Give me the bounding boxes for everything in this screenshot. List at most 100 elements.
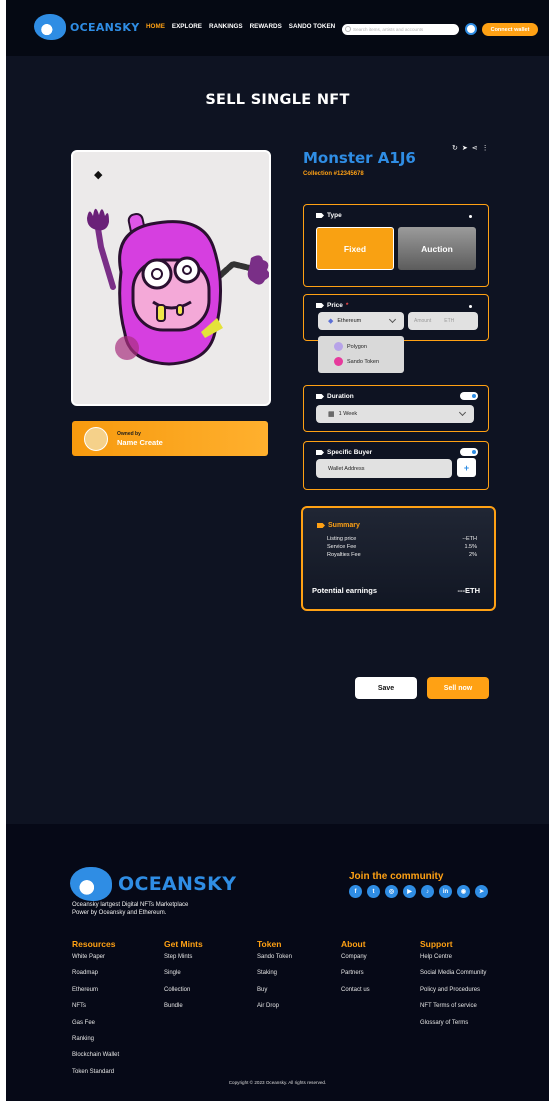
- telegram-icon[interactable]: ➤: [475, 885, 488, 898]
- footer-link[interactable]: Policy and Procedures: [420, 986, 486, 1002]
- search-input[interactable]: Search items, artists and accounts: [342, 24, 459, 35]
- footer-link[interactable]: Social Media Community: [420, 969, 486, 985]
- tiktok-icon[interactable]: ♪: [421, 885, 434, 898]
- refresh-icon[interactable]: ↻: [452, 144, 458, 152]
- footer-link[interactable]: Single: [164, 969, 203, 985]
- twitter-icon[interactable]: t: [367, 885, 380, 898]
- nav-rankings[interactable]: RANKINGS: [209, 23, 243, 30]
- nav-explore[interactable]: EXPLORE: [172, 23, 202, 30]
- search-icon: [345, 26, 351, 32]
- footer-logo[interactable]: OCEANSKY: [70, 867, 236, 901]
- fixed-button[interactable]: Fixed: [316, 227, 394, 270]
- footer-col-resources: Resources White Paper Roadmap Ethereum N…: [72, 939, 119, 1084]
- nav-home[interactable]: HOME: [146, 23, 165, 30]
- tag-icon: [316, 303, 324, 308]
- whale-logo-icon: [70, 867, 112, 901]
- footer-link[interactable]: Company: [341, 953, 370, 969]
- auction-button[interactable]: Auction: [398, 227, 476, 270]
- send-icon[interactable]: ➤: [462, 144, 468, 152]
- chevron-down-icon: [388, 315, 397, 324]
- footer-link[interactable]: Roadmap: [72, 969, 119, 985]
- owner-name[interactable]: Name Create: [117, 438, 163, 447]
- calendar-icon: ▦: [328, 411, 335, 418]
- footer-link[interactable]: Contact us: [341, 986, 370, 1002]
- footer-link[interactable]: Blockchain Wallet: [72, 1051, 119, 1067]
- discord-icon[interactable]: ◉: [457, 885, 470, 898]
- ethereum-icon: ◆: [94, 169, 103, 181]
- footer-link[interactable]: Collection: [164, 986, 203, 1002]
- duration-label: Duration: [316, 393, 354, 400]
- copyright: Copyright © 2023 Oceansky. All rights re…: [228, 1080, 327, 1085]
- owner-banner[interactable]: Owned by Name Create: [72, 421, 268, 456]
- type-section: Type Fixed Auction: [303, 204, 489, 287]
- footer-link[interactable]: Help Centre: [420, 953, 486, 969]
- share-icon[interactable]: ⋖: [472, 144, 478, 152]
- sell-now-button[interactable]: Sell now: [427, 677, 489, 699]
- potential-earnings: Potential earnings ---ETH: [312, 586, 480, 595]
- linkedin-icon[interactable]: in: [439, 885, 452, 898]
- page: OCEANSKY HOME EXPLORE RANKINGS REWARDS S…: [6, 0, 549, 1101]
- summary-panel: Summary Listing price --ETH Service Fee 1.…: [301, 506, 496, 611]
- social-links: f t ◎ ▶ ♪ in ◉ ➤: [349, 885, 488, 898]
- option-polygon[interactable]: Polygon: [334, 342, 367, 351]
- nft-collection[interactable]: Collection #12345678: [303, 171, 364, 177]
- footer-link[interactable]: Ethereum: [72, 986, 119, 1002]
- footer-link[interactable]: White Paper: [72, 953, 119, 969]
- dot-icon: [469, 215, 472, 218]
- duration-section: Duration ▦ 1 Week: [303, 385, 489, 432]
- instagram-icon[interactable]: ◎: [385, 885, 398, 898]
- dot-icon: [469, 305, 472, 308]
- owner-label: Owned by: [117, 430, 141, 437]
- footer-link[interactable]: NFTs: [72, 1002, 119, 1018]
- currency-select[interactable]: ◆ Ethereum: [318, 312, 404, 330]
- summary-row: Service Fee 1.5%: [327, 544, 477, 550]
- specific-buyer-toggle[interactable]: [460, 448, 478, 456]
- footer-link[interactable]: Ranking: [72, 1035, 119, 1051]
- polygon-icon: [334, 342, 343, 351]
- currency-dropdown: Polygon Sando Token: [318, 336, 404, 373]
- footer-link[interactable]: Sando Token: [257, 953, 292, 969]
- chevron-down-icon: [458, 408, 467, 417]
- type-label: Type: [316, 212, 342, 219]
- price-label: Price *: [316, 302, 348, 309]
- footer-link[interactable]: Buy: [257, 986, 292, 1002]
- duration-value: 1 Week: [338, 411, 358, 417]
- brand-logo[interactable]: OCEANSKY: [34, 14, 139, 40]
- nav-menu: HOME EXPLORE RANKINGS REWARDS SANDO TOKE…: [146, 23, 335, 30]
- youtube-icon[interactable]: ▶: [403, 885, 416, 898]
- search-placeholder: Search items, artists and accounts: [353, 27, 424, 32]
- owner-avatar: [84, 426, 108, 451]
- nft-card[interactable]: ◆: [71, 150, 271, 406]
- wallet-address-input[interactable]: Wallet Address: [316, 459, 452, 478]
- footer-col-token: Token Sando Token Staking Buy Air Drop: [257, 939, 292, 1019]
- footer-link[interactable]: Partners: [341, 969, 370, 985]
- amount-unit: ETH: [444, 318, 455, 324]
- nav-sando-token[interactable]: SANDO TOKEN: [289, 23, 335, 30]
- connect-wallet-button[interactable]: Connect wallet: [482, 23, 538, 36]
- summary-row: Listing price --ETH: [327, 536, 477, 542]
- ethereum-icon: ◆: [328, 318, 334, 325]
- footer: OCEANSKY Oceansky lartgest Digital NFTs …: [6, 824, 549, 1101]
- duration-select[interactable]: ▦ 1 Week: [316, 405, 474, 423]
- option-sando-token[interactable]: Sando Token: [334, 357, 379, 366]
- duration-toggle[interactable]: [460, 392, 478, 400]
- facebook-icon[interactable]: f: [349, 885, 362, 898]
- monster-left-arm: [94, 219, 116, 290]
- footer-link[interactable]: Bundle: [164, 1002, 203, 1018]
- nav-rewards[interactable]: REWARDS: [250, 23, 282, 30]
- amount-input[interactable]: Amount ETH: [408, 312, 478, 330]
- specific-buyer-section: Specific Buyer Wallet Address +: [303, 441, 489, 490]
- summary-row: Royalties Fee 2%: [327, 552, 477, 558]
- footer-link[interactable]: NFT Terms of service: [420, 1002, 486, 1018]
- save-button[interactable]: Save: [355, 677, 417, 699]
- tag-icon: [316, 450, 324, 455]
- summary-label: Summary: [317, 522, 360, 529]
- footer-link[interactable]: Glossary of Terms: [420, 1019, 486, 1035]
- user-avatar-icon[interactable]: [465, 23, 477, 35]
- footer-link[interactable]: Staking: [257, 969, 292, 985]
- footer-link[interactable]: Gas Fee: [72, 1019, 119, 1035]
- more-icon[interactable]: ⋮: [482, 144, 489, 152]
- add-buyer-button[interactable]: +: [457, 458, 476, 477]
- footer-link[interactable]: Air Drop: [257, 1002, 292, 1018]
- footer-link[interactable]: Step Mints: [164, 953, 203, 969]
